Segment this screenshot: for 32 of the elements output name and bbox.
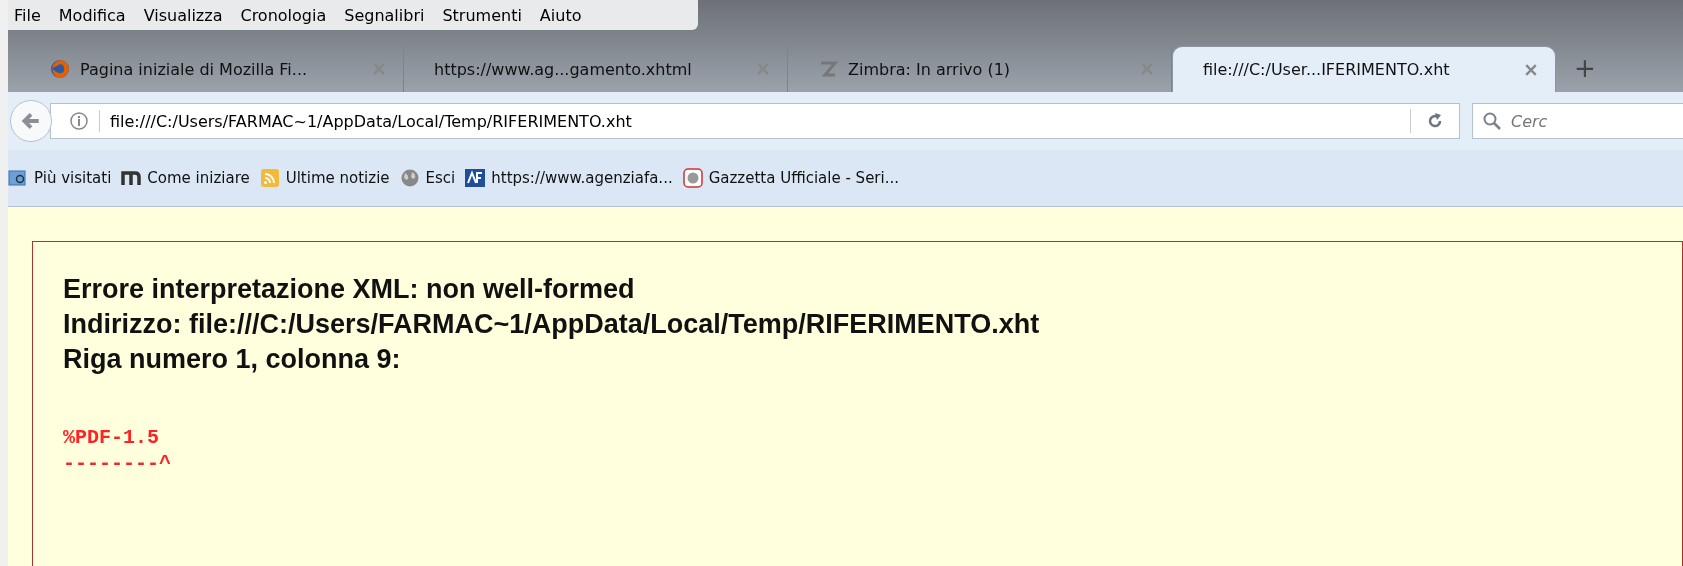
info-icon[interactable] — [69, 111, 89, 131]
close-icon[interactable] — [1525, 63, 1537, 76]
globe-icon — [399, 168, 420, 188]
globe-icon — [50, 59, 70, 79]
menu-item[interactable]: File — [14, 5, 41, 25]
error-message: Errore interpretazione XML: non well-formed — [63, 273, 636, 306]
source-code-line: --------^ — [63, 451, 173, 477]
seal-icon — [682, 168, 703, 188]
menu-item[interactable]: Visualizza — [143, 5, 223, 25]
menu-item[interactable]: Strumenti — [442, 5, 522, 25]
folder-icon — [8, 168, 28, 188]
search-field[interactable]: Cerc — [1472, 103, 1683, 139]
address-bar[interactable]: file:///C:/Users/FARMAC~1/AppData/Local/Temp/RIFERIMENTO.xht — [50, 103, 1460, 139]
rss-icon — [259, 168, 280, 188]
menu-item[interactable]: Segnalibri — [344, 5, 425, 25]
menu-item[interactable]: Aiuto — [539, 5, 582, 25]
bookmark-link[interactable]: Ultime notizie — [285, 169, 390, 187]
error-message: Indirizzo: file:///C:/Users/FARMAC~1/AppData/Local/Temp/RIFERIMENTO.xht — [63, 308, 1041, 341]
bookmark-link[interactable]: Come iniziare — [147, 169, 250, 187]
bookmark-link[interactable]: Più visitati — [34, 169, 112, 187]
bookmark-link[interactable]: Esci — [425, 169, 456, 187]
source-code-line: %PDF-1.5 — [63, 425, 160, 451]
letter-m-icon — [121, 168, 142, 188]
arrow-left-icon — [20, 110, 42, 132]
browser-tab[interactable]: file:///C:/User...IFERIMENTO.xht — [1172, 46, 1556, 92]
menu-item[interactable]: Modifica — [58, 5, 126, 25]
error-message: Riga numero 1, colonna 9: — [63, 343, 402, 376]
menu-item[interactable]: Cronologia — [240, 5, 327, 25]
bookmark-link[interactable]: https://www.agenziafa... — [491, 169, 673, 187]
logo-icon — [465, 168, 486, 188]
back-button[interactable] — [10, 100, 52, 142]
bookmark-link[interactable]: Gazzetta Ufficiale - Seri... — [708, 169, 899, 187]
